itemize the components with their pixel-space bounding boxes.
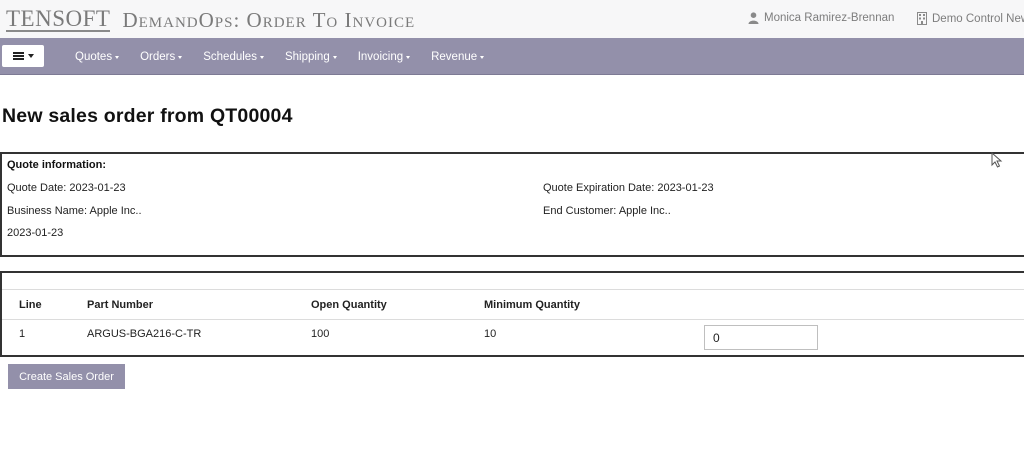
company-menu[interactable]: Demo Control New [917,12,1024,25]
user-menu[interactable]: Monica Ramirez-Brennan [748,12,894,24]
tensoft-logo[interactable]: TENSOFT [6,7,111,32]
caret-down-icon [115,56,120,59]
quote-expiration-date: Quote Expiration Date: 2023-01-23 [543,182,714,194]
cell-line: 1 [19,328,26,340]
nav-item-quotes[interactable]: Quotes [75,50,120,63]
column-header-open-quantity: Open Quantity [311,299,387,311]
quote-date: Quote Date: 2023-01-23 [7,182,126,194]
create-sales-order-button[interactable]: Create Sales Order [8,364,125,389]
building-icon [917,12,927,25]
nav-item-revenue[interactable]: Revenue [431,50,485,63]
quote-extra-date: 2023-01-23 [7,227,64,239]
nav-item-label: Revenue [431,50,478,63]
table-divider [2,319,1024,320]
caret-down-icon [259,56,264,59]
nav-item-shipping[interactable]: Shipping [285,51,337,63]
main-navbar: Quotes Orders Schedules Shipping Invoici… [0,38,1024,75]
hamburger-icon [12,52,24,60]
mouse-cursor-icon [991,152,1003,168]
business-name: Business Name: Apple Inc.. [7,205,142,217]
company-name[interactable]: Demo Control New [932,13,1024,25]
order-lines-table: Line Part Number Open Quantity Minimum Q… [0,271,1024,357]
page-title: New sales order from QT00004 [2,105,293,127]
nav-menu: Quotes Orders Schedules Shipping Invoici… [75,38,505,75]
caret-down-icon [332,56,337,59]
brand[interactable]: TENSOFT DemandOps: Order To Invoice [6,6,415,32]
caret-down-icon [480,56,485,59]
nav-item-label: Schedules [203,50,257,63]
user-icon [748,12,759,24]
nav-item-label: Invoicing [357,50,404,63]
order-quantity-input[interactable] [704,325,818,350]
nav-item-invoicing[interactable]: Invoicing [357,50,411,63]
menu-toggle-button[interactable] [2,45,44,67]
column-header-minimum-quantity: Minimum Quantity [484,299,580,311]
cell-part-number: ARGUS-BGA216-C-TR [87,328,202,340]
nav-item-label: Quotes [75,50,113,63]
caret-down-icon [27,54,34,58]
nav-item-orders[interactable]: Orders [140,50,183,63]
user-name[interactable]: Monica Ramirez-Brennan [764,12,894,24]
app-title: DemandOps: Order To Invoice [122,8,416,32]
column-header-line: Line [19,299,42,311]
caret-down-icon [406,56,411,59]
quote-info-panel: Quote information: Quote Date: 2023-01-2… [0,152,1024,257]
nav-item-label: Shipping [284,50,330,63]
nav-item-schedules[interactable]: Schedules [203,51,264,63]
end-customer: End Customer: Apple Inc.. [543,205,671,217]
cell-minimum-quantity: 10 [484,328,497,340]
nav-item-label: Orders [140,50,176,63]
top-header: TENSOFT DemandOps: Order To Invoice Moni… [0,0,1024,38]
quote-info-heading: Quote information: [7,159,106,171]
column-header-part-number: Part Number [87,299,154,311]
caret-down-icon [178,56,183,59]
table-divider [2,289,1024,290]
cell-open-quantity: 100 [311,328,330,340]
